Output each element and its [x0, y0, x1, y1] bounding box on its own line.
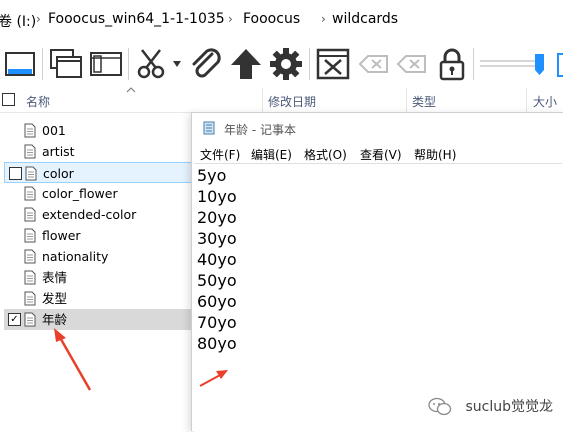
column-modified[interactable]: 修改日期: [268, 93, 316, 110]
window-icon[interactable]: [88, 46, 124, 82]
column-type[interactable]: 类型: [412, 93, 436, 110]
list-item[interactable]: 发型: [4, 288, 192, 309]
chevron-down-icon[interactable]: [172, 60, 182, 68]
text-line: 20yo: [197, 208, 237, 227]
file-name: flower: [42, 228, 81, 243]
breadcrumb-separator-icon: ›: [36, 12, 41, 26]
menu-view[interactable]: 查看(V): [360, 146, 402, 163]
wechat-logo-icon: [428, 397, 452, 416]
row-checkbox[interactable]: ✓: [8, 313, 21, 326]
breadcrumb: 卷 (I:) › Fooocus_win64_1-1-1035 › Fooocu…: [0, 0, 563, 39]
up-arrow-icon[interactable]: [228, 46, 264, 82]
list-item[interactable]: artist: [4, 141, 192, 162]
breadcrumb-item[interactable]: Fooocus_win64_1-1-1035: [48, 11, 225, 27]
notepad-menu-bar: 文件(F) 编辑(E) 格式(O) 查看(V) 帮助(H): [192, 143, 563, 163]
text-file-icon: [24, 228, 36, 243]
breadcrumb-separator-icon: ›: [321, 12, 326, 26]
new-window-icon[interactable]: [48, 46, 84, 82]
notepad-icon: [203, 121, 215, 135]
column-divider[interactable]: [262, 88, 263, 112]
column-divider[interactable]: [526, 88, 527, 112]
text-line: 80yo: [197, 334, 237, 353]
file-name: nationality: [42, 249, 109, 264]
menu-file[interactable]: 文件(F): [200, 146, 240, 163]
backspace-icon[interactable]: [394, 46, 430, 82]
paperclip-icon[interactable]: [188, 46, 224, 82]
menu-format[interactable]: 格式(O): [304, 146, 347, 163]
watermark: suclub觉觉龙: [465, 399, 553, 415]
breadcrumb-item[interactable]: wildcards: [332, 11, 398, 27]
toolbar-divider: [309, 48, 310, 80]
list-item[interactable]: 001: [4, 120, 192, 141]
text-file-icon: [24, 123, 36, 138]
gear-icon[interactable]: [268, 46, 304, 82]
file-name: color: [43, 166, 74, 181]
text-line: 10yo: [197, 187, 237, 206]
file-name: 年龄: [42, 312, 68, 327]
text-line: 40yo: [197, 250, 237, 269]
text-line: 50yo: [197, 271, 237, 290]
menu-help[interactable]: 帮助(H): [414, 146, 456, 163]
file-name: artist: [42, 144, 75, 159]
file-name: color_flower: [42, 186, 118, 201]
column-name[interactable]: 名称: [26, 93, 50, 110]
notepad-text-area[interactable]: 5yo 10yo 20yo 30yo 40yo 50yo 60yo 70yo 8…: [194, 163, 562, 432]
file-name: 表情: [42, 270, 68, 285]
list-item[interactable]: 表情: [4, 267, 192, 288]
backspace-icon[interactable]: [356, 46, 392, 82]
sort-ascending-icon: [126, 87, 136, 93]
list-item[interactable]: extended-color: [4, 204, 192, 225]
close-box-icon[interactable]: [315, 46, 351, 82]
menu-edit[interactable]: 编辑(E): [251, 146, 292, 163]
column-size[interactable]: 大小: [533, 93, 557, 110]
text-line: 5yo: [197, 166, 227, 185]
list-item[interactable]: color_flower: [4, 183, 192, 204]
text-line: 30yo: [197, 229, 237, 248]
text-line: 70yo: [197, 313, 237, 332]
column-divider[interactable]: [406, 88, 407, 112]
text-file-icon: [24, 291, 36, 306]
text-file-icon: [24, 144, 36, 159]
select-all-checkbox[interactable]: [2, 93, 15, 106]
list-item[interactable]: flower: [4, 225, 192, 246]
column-header: 名称 修改日期 类型 大小: [0, 87, 563, 113]
list-item[interactable]: ✓ 年龄: [4, 309, 192, 330]
toolbar-divider: [473, 48, 474, 80]
text-file-icon: [24, 249, 36, 264]
annotation-arrow-icon: [199, 370, 228, 387]
text-file-icon: [24, 312, 36, 327]
lock-icon[interactable]: [434, 46, 470, 82]
breadcrumb-drive[interactable]: 卷 (I:): [0, 11, 36, 31]
text-file-icon: [24, 270, 36, 285]
toolbar-divider: [128, 48, 129, 80]
text-line: 60yo: [197, 292, 237, 311]
file-name: 001: [42, 123, 66, 138]
file-name: extended-color: [42, 207, 137, 222]
list-item[interactable]: color: [4, 162, 194, 183]
panel-icon[interactable]: [2, 46, 38, 82]
file-list: 001 artist color color_flower extended-c…: [0, 116, 200, 346]
notepad-window[interactable]: 年龄 - 记事本 文件(F) 编辑(E) 格式(O) 查看(V) 帮助(H) 5…: [191, 112, 563, 432]
slider-icon[interactable]: [478, 52, 563, 78]
breadcrumb-separator-icon: ›: [228, 12, 233, 26]
breadcrumb-item[interactable]: Fooocus: [243, 11, 300, 27]
text-file-icon: [24, 207, 36, 222]
notepad-title-bar[interactable]: 年龄 - 记事本: [192, 113, 563, 143]
text-file-icon: [24, 186, 36, 201]
toolbar-divider: [42, 48, 43, 80]
row-checkbox[interactable]: [9, 167, 22, 180]
annotation-arrow-icon: [54, 328, 92, 391]
toolbar: [0, 38, 563, 88]
text-file-icon: [25, 166, 37, 181]
file-name: 发型: [42, 291, 68, 306]
list-item[interactable]: nationality: [4, 246, 192, 267]
notepad-title: 年龄 - 记事本: [224, 123, 296, 137]
scissors-icon[interactable]: [134, 46, 170, 82]
